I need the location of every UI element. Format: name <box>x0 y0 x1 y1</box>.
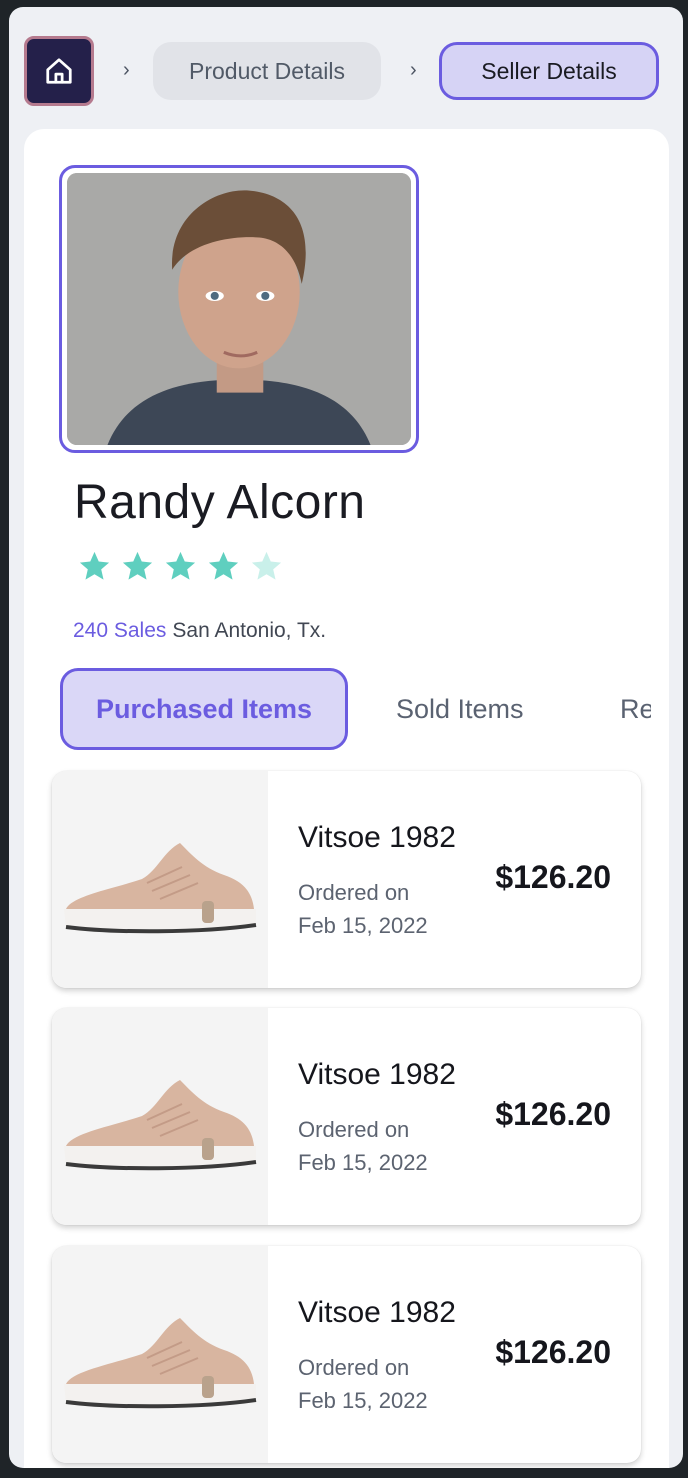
tab-sold-items[interactable]: Sold Items <box>396 668 524 750</box>
item-order-date: Ordered on Feb 15, 2022 <box>298 876 428 942</box>
star-icon <box>79 551 110 580</box>
item-order-date: Ordered on Feb 15, 2022 <box>298 1351 428 1417</box>
item-price: $126.20 <box>495 1334 611 1370</box>
star-empty-icon <box>251 551 282 580</box>
breadcrumb-label: Product Details <box>189 57 345 84</box>
item-meta-label: Ordered on <box>298 1355 410 1380</box>
star-icon <box>208 551 239 580</box>
star-icon <box>165 551 196 580</box>
sneaker-image <box>64 1318 257 1409</box>
sneaker-image <box>64 1080 257 1171</box>
item-name: Vitsoe 1982 <box>298 821 456 854</box>
purchased-item-card[interactable]: Vitsoe 1982 Ordered on Feb 15, 2022 $126… <box>52 771 641 988</box>
product-image <box>52 1246 268 1463</box>
breadcrumb-product-details[interactable]: Product Details <box>153 42 381 100</box>
seller-name: Randy Alcorn <box>74 476 366 529</box>
purchased-item-card[interactable]: Vitsoe 1982 Ordered on Feb 15, 2022 $126… <box>52 1246 641 1463</box>
seller-photo <box>67 173 411 445</box>
seller-stats: 240 Sales San Antonio, Tx. <box>73 619 326 643</box>
home-icon <box>46 58 72 84</box>
item-order-date: Ordered on Feb 15, 2022 <box>298 1113 428 1179</box>
chevron-right-icon: › <box>123 59 130 81</box>
item-meta-label: Ordered on <box>298 1117 410 1142</box>
item-meta-label: Ordered on <box>298 880 410 905</box>
product-image <box>52 1008 268 1225</box>
item-meta-date: Feb 15, 2022 <box>298 1150 428 1175</box>
star-icon <box>122 551 153 580</box>
item-price: $126.20 <box>495 859 611 895</box>
chevron-right-icon: › <box>410 59 417 81</box>
item-name: Vitsoe 1982 <box>298 1058 456 1091</box>
breadcrumb-seller-details[interactable]: Seller Details <box>439 42 659 100</box>
seller-location: San Antonio, Tx. <box>172 619 327 642</box>
home-button[interactable] <box>24 36 94 106</box>
item-meta-date: Feb 15, 2022 <box>298 913 428 938</box>
tab-label: Re <box>620 693 651 724</box>
purchased-item-card[interactable]: Vitsoe 1982 Ordered on Feb 15, 2022 $126… <box>52 1008 641 1225</box>
item-price: $126.20 <box>495 1096 611 1132</box>
item-meta-date: Feb 15, 2022 <box>298 1388 428 1413</box>
tab-label: Sold Items <box>396 693 524 724</box>
tab-reviews[interactable]: Re <box>620 668 651 750</box>
sneaker-image <box>64 843 257 934</box>
tab-purchased-items[interactable]: Purchased Items <box>60 668 348 750</box>
sales-count: 240 Sales <box>73 619 167 642</box>
seller-card: Randy Alcorn 240 Sales San Antonio, Tx. P… <box>24 129 669 1468</box>
app-frame: › Product Details › Seller Details Randy… <box>9 7 683 1468</box>
product-image <box>52 771 268 988</box>
rating-stars <box>77 549 284 584</box>
breadcrumb-label: Seller Details <box>481 57 617 84</box>
item-name: Vitsoe 1982 <box>298 1296 456 1329</box>
tab-label: Purchased Items <box>95 693 313 724</box>
seller-avatar <box>59 165 419 453</box>
